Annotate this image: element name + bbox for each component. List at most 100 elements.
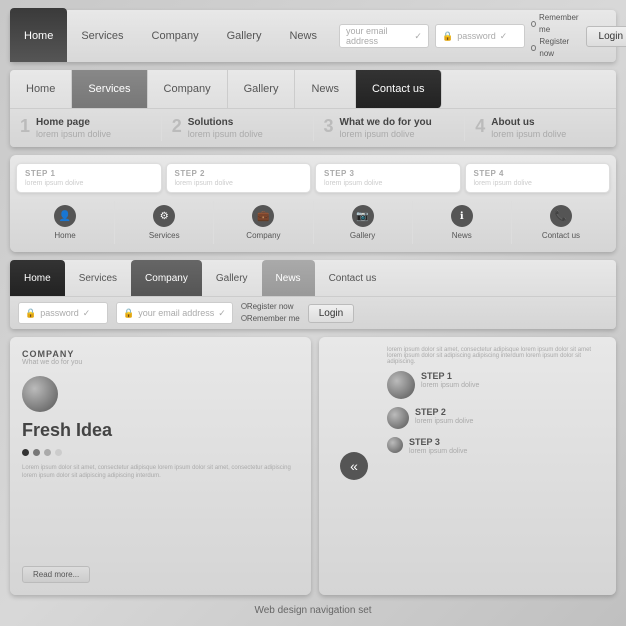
nav1-tab-services-label: Services [81,30,123,42]
lock-icon-nav4 [25,308,36,319]
nav4-tab-gallery[interactable]: Gallery [202,260,262,296]
nav2-sub-item-3[interactable]: 3 What we do for you lorem ipsum dolive [314,115,466,141]
chevron-left-icon[interactable]: « [340,452,368,480]
nav3-icon-news[interactable]: ℹ News [413,201,512,244]
page-caption: Web design navigation set [254,605,371,616]
nav1-inputs: your email address password Remember me … [331,10,626,62]
dot-1[interactable] [22,449,29,456]
card-dots [22,449,299,456]
nav4-tabs: Home Services Company Gallery News Conta… [10,260,616,296]
nav1-tab-news[interactable]: News [275,10,331,62]
card-body-text: Lorem ipsum dolor sit amet, consectetur … [22,464,299,481]
nav1-login-button[interactable]: Login [586,26,626,47]
nav4-password-placeholder: password [40,308,79,318]
lock-icon [442,31,453,42]
nav4-remember: Register now Remember me [241,301,300,325]
card-steps-content: lorem ipsum dolor sit amet, consectetur … [387,347,606,585]
card-left: COMPANY What we do for you Fresh Idea Lo… [10,337,311,595]
radio-register[interactable] [531,45,536,51]
dot-3[interactable] [44,449,51,456]
radio-remember[interactable] [531,21,536,27]
step-3-info: STEP 3 lorem ipsum dolive [409,437,467,456]
nav4-password-input[interactable]: password [18,302,108,324]
nav1-tab-services[interactable]: Services [67,10,137,62]
nav2-sub-item-1[interactable]: 1 Home page lorem ipsum dolive [10,115,162,141]
nav2-tab-home[interactable]: Home [10,70,72,108]
nav1-email-placeholder: your email address [346,26,410,46]
dot-4[interactable] [55,449,62,456]
nav4-email-placeholder: your email address [138,308,214,318]
lock-icon-nav4-email [123,308,134,319]
nav2-tab-company[interactable]: Company [148,70,228,108]
company-tagline: What we do for you [22,359,299,366]
nav1-tab-gallery-label: Gallery [227,30,262,42]
nav4-inputs: password your email address Register now… [10,296,616,329]
nav1-tab-gallery[interactable]: Gallery [213,10,276,62]
nav-bar-4: Home Services Company Gallery News Conta… [10,260,616,329]
nav4-login-button[interactable]: Login [308,304,354,323]
nav3-icon-bar: 👤 Home ⚙ Services 💼 Company 📷 Gallery ℹ … [16,201,610,244]
nav-bar-1: Home Services Company Gallery News your … [10,10,616,62]
nav4-tab-home[interactable]: Home [10,260,65,296]
nav-bar-3: STEP 1 lorem ipsum dolive STEP 2 lorem i… [10,155,616,252]
check-icon-2 [500,31,508,42]
nav3-step-4[interactable]: STEP 4 lorem ipsum dolive [465,163,611,193]
nav4-tab-company[interactable]: Company [131,260,202,296]
nav4-tab-contact[interactable]: Contact us [315,260,391,296]
nav3-icon-services[interactable]: ⚙ Services [115,201,214,244]
card-right-body: lorem ipsum dolor sit amet, consectetur … [387,347,606,365]
card-right-arrows: « [329,347,379,585]
nav2-tab-services[interactable]: Services [72,70,147,108]
nav1-tab-news-label: News [289,30,317,42]
dot-2[interactable] [33,449,40,456]
decorative-ball [22,376,58,412]
nav2-sub-item-4[interactable]: 4 About us lorem ipsum dolive [465,115,616,141]
bottom-cards: COMPANY What we do for you Fresh Idea Lo… [10,337,616,595]
nav3-steps: STEP 1 lorem ipsum dolive STEP 2 lorem i… [16,163,610,193]
nav1-password-placeholder: password [457,31,496,41]
nav3-step-3[interactable]: STEP 3 lorem ipsum dolive [315,163,461,193]
fresh-idea-title: Fresh Idea [22,420,299,441]
step-2-ball [387,407,409,429]
read-more-button[interactable]: Read more... [22,566,90,583]
nav-bar-2: Home Services Company Gallery News Conta… [10,70,616,147]
nav2-submenu: 1 Home page lorem ipsum dolive 2 Solutio… [10,108,616,147]
nav4-email-input[interactable]: your email address [116,302,233,324]
card-right: « lorem ipsum dolor sit amet, consectetu… [319,337,616,595]
nav1-tab-home-label: Home [24,30,53,42]
step-3-block: STEP 3 lorem ipsum dolive [387,437,606,456]
nav3-icon-contact[interactable]: 📞 Contact us [512,201,610,244]
info-icon: ℹ [451,205,473,227]
nav2-tab-contact[interactable]: Contact us [356,70,442,108]
nav4-tab-services[interactable]: Services [65,260,131,296]
gear-icon: ⚙ [153,205,175,227]
check-icon-nav4-email [218,308,226,319]
nav1-password-input[interactable]: password [435,24,525,48]
nav2-tab-news[interactable]: News [295,70,356,108]
nav3-icon-home[interactable]: 👤 Home [16,201,115,244]
nav2-tab-gallery[interactable]: Gallery [228,70,296,108]
person-icon: 👤 [54,205,76,227]
nav1-tabs: Home Services Company Gallery News [10,10,331,62]
nav1-tab-company[interactable]: Company [138,10,213,62]
check-icon [414,31,422,42]
nav3-step-1[interactable]: STEP 1 lorem ipsum dolive [16,163,162,193]
step-1-ball [387,371,415,399]
nav3-icon-gallery[interactable]: 📷 Gallery [314,201,413,244]
nav3-step-2[interactable]: STEP 2 lorem ipsum dolive [166,163,312,193]
nav3-icon-company[interactable]: 💼 Company [214,201,313,244]
step-2-info: STEP 2 lorem ipsum dolive [415,407,473,426]
step-3-ball [387,437,403,453]
phone-icon: 📞 [550,205,572,227]
step-1-block: STEP 1 lorem ipsum dolive [387,371,606,399]
company-label: COMPANY [22,349,299,359]
camera-icon: 📷 [352,205,374,227]
nav4-tab-news[interactable]: News [262,260,315,296]
nav1-tab-home[interactable]: Home [10,8,67,62]
nav1-tab-company-label: Company [152,30,199,42]
step-2-block: STEP 2 lorem ipsum dolive [387,407,606,429]
nav2-tabs: Home Services Company Gallery News Conta… [10,70,616,108]
nav1-email-input[interactable]: your email address [339,24,429,48]
nav1-remember: Remember me Register now [531,12,580,60]
nav2-sub-item-2[interactable]: 2 Solutions lorem ipsum dolive [162,115,314,141]
